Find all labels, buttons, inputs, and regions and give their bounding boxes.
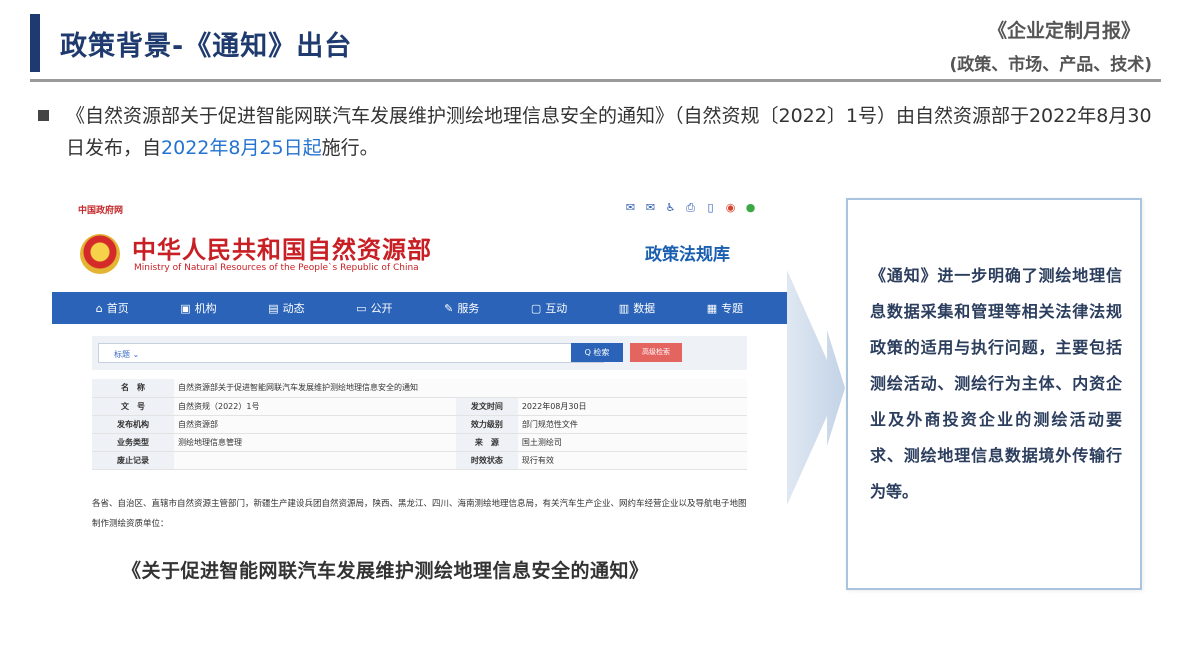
nav-item-public[interactable]: ▭ 公开	[356, 300, 392, 316]
mail-icon[interactable]: ✉	[624, 201, 637, 215]
policy-library-title: 政策法规库	[645, 245, 730, 265]
name-value: 自然资源部关于促进智能网联汽车发展维护测绘地理信息安全的通知	[174, 379, 747, 398]
accessibility-icon[interactable]: ♿	[664, 201, 677, 215]
search-button[interactable]: Q 检索	[571, 343, 623, 362]
nav-item-label: 互动	[545, 302, 568, 315]
website-topbar: 中国政府网 ✉ ✉ ♿ ⎙ ▯ ◉ ●	[52, 196, 787, 222]
ministry-name-cn: 中华人民共和国自然资源部	[132, 236, 432, 264]
website-screenshot: 中国政府网 ✉ ✉ ♿ ⎙ ▯ ◉ ● 中华人民共和国自然资源部 Ministr…	[52, 196, 787, 536]
nav-item-interact[interactable]: ▢ 互动	[531, 300, 567, 316]
nav-item-label: 动态	[282, 302, 305, 315]
table-row: 业务类型 测绘地理信息管理 来 源 国土测绘司	[92, 433, 747, 452]
bullet-square-icon	[38, 110, 49, 121]
level-value: 部门规范性文件	[517, 415, 747, 434]
screenshot-caption: 《关于促进智能网联汽车发展维护测绘地理信息安全的通知》	[122, 560, 649, 582]
issue-time-value: 2022年08月30日	[517, 397, 747, 416]
report-name: 《企业定制月报》	[987, 20, 1140, 42]
intro-effective-date: 2022年8月25日起	[161, 137, 322, 159]
type-label: 业务类型	[92, 433, 174, 452]
table-row: 废止记录 时效状态 现行有效	[92, 451, 747, 470]
mobile-icon[interactable]: ▯	[704, 201, 717, 215]
national-emblem-icon	[80, 234, 120, 274]
chat-icon: ▢	[530, 301, 542, 315]
title-accent-bar	[30, 14, 40, 72]
type-value: 测绘地理信息管理	[174, 433, 456, 452]
source-label: 来 源	[455, 433, 518, 452]
mail-alt-icon[interactable]: ✉	[644, 201, 657, 215]
intro-text-part2: 施行。	[321, 137, 379, 159]
summary-text: 《通知》进一步明确了测绘地理信息数据采集和管理等相关法律法规政策的适用与执行问题…	[870, 266, 1122, 501]
level-label: 效力级别	[455, 415, 518, 434]
table-row: 文 号 自然资规（2022）1号 发文时间 2022年08月30日	[92, 397, 747, 416]
table-row: 名 称 自然资源部关于促进智能网联汽车发展维护测绘地理信息安全的通知	[92, 379, 747, 398]
connector-arrow-icon	[787, 270, 845, 505]
nav-item-label: 机构	[194, 302, 217, 315]
source-value: 国土测绘司	[517, 433, 747, 452]
issue-time-label: 发文时间	[455, 397, 518, 416]
issuer-value: 自然资源部	[174, 415, 456, 434]
home-icon: ⌂	[95, 301, 103, 315]
nav-item-label: 首页	[106, 302, 129, 315]
org-icon: ▣	[180, 301, 191, 315]
summary-callout: 《通知》进一步明确了测绘地理信息数据采集和管理等相关法律法规政策的适用与执行问题…	[846, 198, 1142, 590]
doc-no-label: 文 号	[92, 397, 174, 416]
website-nav: ⌂ 首页 ▣ 机构 ▤ 动态 ▭ 公开 ✎ 服务 ▢ 互动 ▥ 数据 ▦ 专题	[52, 292, 787, 324]
wechat-icon[interactable]: ●	[744, 201, 757, 215]
search-input[interactable]	[98, 343, 604, 363]
search-field-select[interactable]: 标题 ⌄	[114, 349, 139, 360]
nav-item-home[interactable]: ⌂ 首页	[96, 300, 129, 316]
doc-no-value: 自然资规（2022）1号	[174, 397, 456, 416]
edit-icon: ✎	[444, 301, 454, 315]
name-label: 名 称	[92, 379, 174, 398]
nav-item-org[interactable]: ▣ 机构	[180, 300, 216, 316]
status-label: 时效状态	[455, 451, 518, 470]
abolish-label: 废止记录	[92, 451, 174, 470]
nav-item-news[interactable]: ▤ 动态	[268, 300, 304, 316]
monitor-icon: ▭	[356, 301, 367, 315]
header-divider	[30, 79, 1161, 82]
print-icon[interactable]: ⎙	[684, 201, 697, 215]
slide-title: 政策背景-《通知》出台	[60, 31, 353, 62]
advanced-search-button[interactable]: 高级检索	[630, 343, 682, 362]
book-icon: ▤	[268, 301, 279, 315]
weibo-icon[interactable]: ◉	[724, 201, 737, 215]
save-icon: ▦	[706, 301, 718, 315]
status-value: 现行有效	[517, 451, 747, 470]
document-info-table: 名 称 自然资源部关于促进智能网联汽车发展维护测绘地理信息安全的通知 文 号 自…	[92, 379, 747, 470]
issuer-label: 发布机构	[92, 415, 174, 434]
nav-item-label: 数据	[633, 302, 656, 315]
report-tags: (政策、市场、产品、技术)	[949, 55, 1152, 75]
website-top-icons: ✉ ✉ ♿ ⎙ ▯ ◉ ●	[624, 201, 757, 215]
gov-portal-link[interactable]: 中国政府网	[78, 203, 123, 216]
nav-item-label: 专题	[721, 302, 744, 315]
abolish-value	[174, 451, 456, 470]
table-row: 发布机构 自然资源部 效力级别 部门规范性文件	[92, 415, 747, 434]
nav-item-service[interactable]: ✎ 服务	[444, 300, 479, 316]
nav-item-label: 服务	[457, 302, 480, 315]
nav-item-data[interactable]: ▥ 数据	[619, 300, 655, 316]
notice-recipients: 各省、自治区、直辖市自然资源主管部门，新疆生产建设兵团自然资源局，陕西、黑龙江、…	[92, 499, 747, 529]
chart-icon: ▥	[618, 301, 630, 315]
ministry-name-en: Ministry of Natural Resources of the Peo…	[134, 263, 419, 273]
nav-item-label: 公开	[370, 302, 393, 315]
nav-item-topics[interactable]: ▦ 专题	[707, 300, 743, 316]
intro-paragraph: 《自然资源部关于促进智能网联汽车发展维护测绘地理信息安全的通知》（自然资规〔20…	[66, 100, 1156, 164]
